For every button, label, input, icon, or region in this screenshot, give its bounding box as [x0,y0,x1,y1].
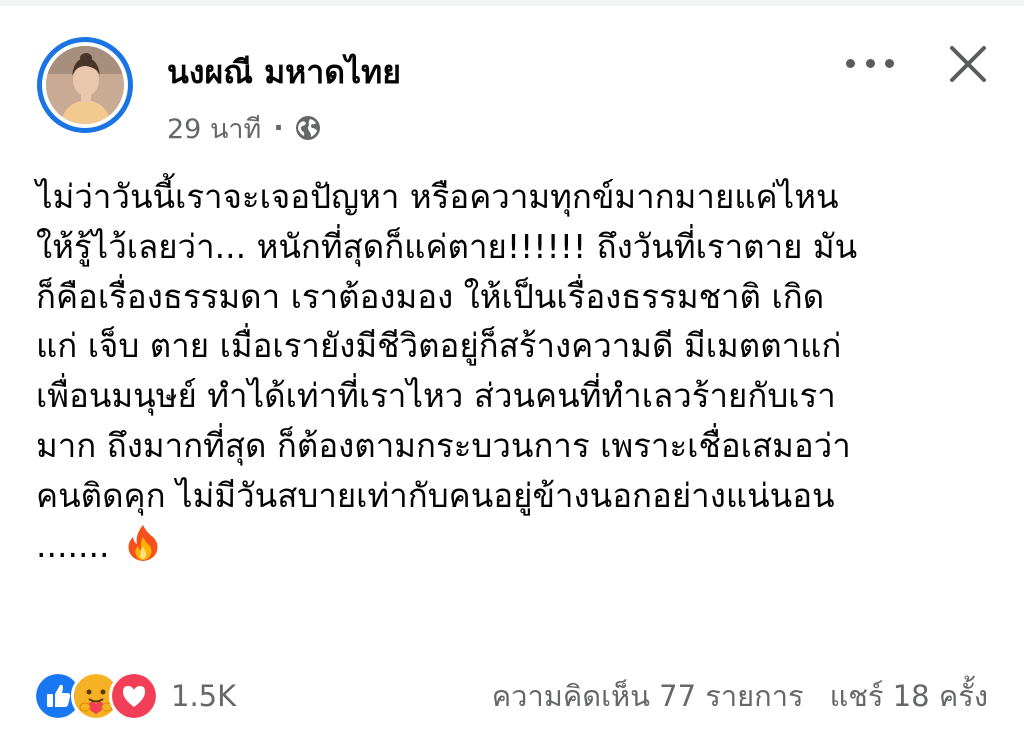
fire-emoji-icon [128,524,158,561]
more-dot [885,58,894,68]
post-timestamp[interactable]: 29 นาที [167,107,261,150]
close-icon[interactable] [946,42,990,86]
more-dot [846,58,855,68]
post-text-last-line: ....... [36,521,1006,571]
avatar-portrait-icon [46,46,124,124]
shares-count-link[interactable]: แชร์ 18 ครั้ง [830,674,988,718]
more-options-button[interactable] [846,50,894,76]
more-dot [865,58,875,68]
author-name[interactable]: นงผณี มหาดไทย [167,52,401,92]
avatar-photo [46,46,124,124]
post-text-line: ก็คือเรื่องธรรมดา เราต้องมอง ให้เป็นเรื่… [36,276,825,316]
post-text-line: ไม่ว่าวันนี้เราจะเจอปัญหา หรือความทุกข์ม… [36,177,839,216]
author-avatar[interactable] [37,37,133,133]
post-text-line: คนติดคุก ไม่มีวันสบายเท่ากับคนอยู่ข้างนอ… [36,475,835,515]
love-icon [109,671,159,721]
post-text-line: ....... [36,525,110,565]
post-text-line: มาก ถึงมากที่สุด ก็ต้องตามกระบวนการ เพรา… [36,425,851,465]
post-meta: 29 นาที · [167,110,322,146]
reactions-summary[interactable]: 1.5K [33,671,237,721]
engagement-stats: ความคิดเห็น 77 รายการ แชร์ 18 ครั้ง [492,674,988,718]
reaction-count: 1.5K [171,679,237,713]
top-divider [0,0,1024,6]
post-text-line: แก่ เจ็บ ตาย เมื่อเรายังมีชีวิตอยู่ก็สร้… [36,326,842,366]
post-text-line: ให้รู้ไว้เลยว่า... หนักที่สุดก็แค่ตาย!!!… [36,226,858,266]
comments-count-link[interactable]: ความคิดเห็น 77 รายการ [492,674,804,718]
post-text: ไม่ว่าวันนี้เราจะเจอปัญหา หรือความทุกข์ม… [36,172,1006,570]
globe-icon[interactable] [294,114,322,142]
post-text-line: เพื่อนมนุษย์ ทำได้เท่าที่เราไหว ส่วนคนที… [36,376,836,416]
meta-separator: · [273,112,284,144]
